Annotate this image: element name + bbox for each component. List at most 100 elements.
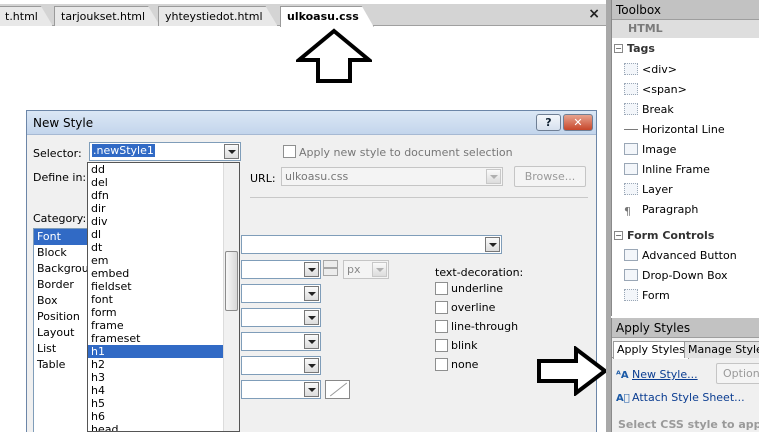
category-item[interactable]: Border <box>34 277 90 293</box>
tab-yhteystiedot-html[interactable]: yhteystiedot.html <box>158 6 278 26</box>
options-button[interactable]: Options <box>716 363 759 384</box>
selector-option[interactable]: em <box>88 254 239 267</box>
selector-option[interactable]: dt <box>88 241 239 254</box>
dialog-close-button[interactable]: ✕ <box>563 114 593 131</box>
new-style-link[interactable]: ᴬA New Style... <box>616 368 698 381</box>
toolbox-item-paragraph[interactable]: ¶ Paragraph <box>624 203 698 218</box>
font-size-unit-select[interactable]: px <box>343 260 389 279</box>
selector-option[interactable]: font <box>88 293 239 306</box>
font-size-select[interactable] <box>241 260 321 279</box>
selector-option[interactable]: frameset <box>88 332 239 345</box>
selector-option[interactable]: h4 <box>88 384 239 397</box>
font-weight-dropdown-button[interactable] <box>304 286 319 301</box>
tab-manage-styles[interactable]: Manage Styles <box>684 341 759 358</box>
url-dropdown-button[interactable] <box>486 169 501 184</box>
text-transform-dropdown-button[interactable] <box>304 358 319 373</box>
selector-option[interactable]: del <box>88 176 239 189</box>
help-button[interactable]: ? <box>536 114 561 131</box>
tab-tarjoukset-html[interactable]: tarjoukset.html <box>54 6 160 26</box>
tab-t-html[interactable]: t.html <box>0 6 53 26</box>
category-item[interactable]: Table <box>34 357 90 373</box>
selector-combobox[interactable]: .newStyle1 <box>89 142 241 161</box>
right-arrow-annotation <box>537 346 608 396</box>
collapse-icon[interactable]: − <box>614 44 623 53</box>
toolbox-item-inline-frame[interactable]: Inline Frame <box>624 163 710 176</box>
tab-apply-styles[interactable]: Apply Styles <box>613 341 689 359</box>
selector-label: Selector: <box>33 147 82 160</box>
underline-label: underline <box>451 282 504 295</box>
tab-ulkoasu-css[interactable]: ulkoasu.css <box>280 6 374 27</box>
toolbox-item-layer[interactable]: Layer <box>624 183 673 196</box>
scrollbar-thumb[interactable] <box>225 251 238 311</box>
toolbox-item-horizontal-line[interactable]: Horizontal Line <box>624 123 725 136</box>
font-size-dropdown-button[interactable] <box>304 262 319 277</box>
font-style-select[interactable] <box>241 308 321 327</box>
category-item[interactable]: Block <box>34 245 90 261</box>
blink-checkbox[interactable] <box>435 339 448 352</box>
html-section-header[interactable]: HTML <box>612 20 759 38</box>
toolbox-item-drop-down-box[interactable]: Drop-Down Box <box>624 269 728 282</box>
category-item[interactable]: Box <box>34 293 90 309</box>
category-list[interactable]: Font Block Background Border Box Positio… <box>33 228 91 432</box>
font-family-select[interactable] <box>241 235 502 254</box>
url-value: ulkoasu.css <box>285 170 349 183</box>
selector-option[interactable]: form <box>88 306 239 319</box>
color-select[interactable] <box>241 380 321 399</box>
unit-dropdown-button[interactable] <box>372 262 387 277</box>
apply-to-selection-checkbox[interactable] <box>283 145 296 158</box>
toolbox-item-break[interactable]: Break <box>624 103 674 116</box>
toolbox-item-div[interactable]: <div> <box>624 63 677 76</box>
collapse-icon[interactable]: − <box>614 231 623 240</box>
selector-option[interactable]: h6 <box>88 410 239 423</box>
selector-value: .newStyle1 <box>92 144 155 157</box>
selector-option[interactable]: h3 <box>88 371 239 384</box>
toolbox-item-label: Image <box>642 143 677 156</box>
tags-group-header[interactable]: − Tags <box>614 42 655 55</box>
none-checkbox[interactable] <box>435 358 448 371</box>
selector-option[interactable]: h2 <box>88 358 239 371</box>
dropdown-scrollbar[interactable] <box>223 163 239 431</box>
font-style-dropdown-button[interactable] <box>304 310 319 325</box>
image-icon <box>624 143 638 155</box>
font-variant-dropdown-button[interactable] <box>304 334 319 349</box>
close-icon[interactable]: × <box>588 6 600 22</box>
selector-option[interactable]: div <box>88 215 239 228</box>
up-arrow-annotation <box>296 28 372 83</box>
text-transform-select[interactable] <box>241 356 321 375</box>
attach-style-sheet-link[interactable]: A⃞ Attach Style Sheet... <box>616 391 745 404</box>
selector-option[interactable]: dir <box>88 202 239 215</box>
line-through-checkbox[interactable] <box>435 320 448 333</box>
font-size-unit: px <box>347 263 361 276</box>
selector-option-selected[interactable]: h1 <box>88 345 239 358</box>
form-controls-group-header[interactable]: − Form Controls <box>614 229 714 242</box>
selector-option[interactable]: embed <box>88 267 239 280</box>
color-dropdown-button[interactable] <box>304 382 319 397</box>
selector-dropdown-list[interactable]: dd del dfn dir div dl dt em embed fields… <box>87 162 240 432</box>
selector-option[interactable]: head <box>88 423 239 431</box>
category-item[interactable]: Font <box>34 229 90 245</box>
font-size-spinner[interactable] <box>323 260 338 277</box>
category-item[interactable]: Background <box>34 261 90 277</box>
toolbox-item-image[interactable]: Image <box>624 143 676 156</box>
overline-checkbox[interactable] <box>435 301 448 314</box>
toolbox-item-advanced-button[interactable]: Advanced Button <box>624 249 737 262</box>
underline-checkbox[interactable] <box>435 282 448 295</box>
category-item[interactable]: Layout <box>34 325 90 341</box>
selector-option[interactable]: dd <box>88 163 239 176</box>
font-family-dropdown-button[interactable] <box>485 237 500 252</box>
selector-option[interactable]: fieldset <box>88 280 239 293</box>
selector-dropdown-button[interactable] <box>224 144 239 159</box>
selector-option[interactable]: dfn <box>88 189 239 202</box>
category-item[interactable]: Position <box>34 309 90 325</box>
color-swatch[interactable] <box>325 380 350 399</box>
font-variant-select[interactable] <box>241 332 321 351</box>
toolbox-item-form[interactable]: Form <box>624 289 670 302</box>
browse-button[interactable]: Browse... <box>514 166 586 187</box>
font-weight-select[interactable] <box>241 284 321 303</box>
selector-option[interactable]: h5 <box>88 397 239 410</box>
url-combobox[interactable]: ulkoasu.css <box>281 167 503 186</box>
category-item[interactable]: List <box>34 341 90 357</box>
toolbox-item-span[interactable]: <span> <box>624 83 687 96</box>
selector-option[interactable]: dl <box>88 228 239 241</box>
selector-option[interactable]: frame <box>88 319 239 332</box>
